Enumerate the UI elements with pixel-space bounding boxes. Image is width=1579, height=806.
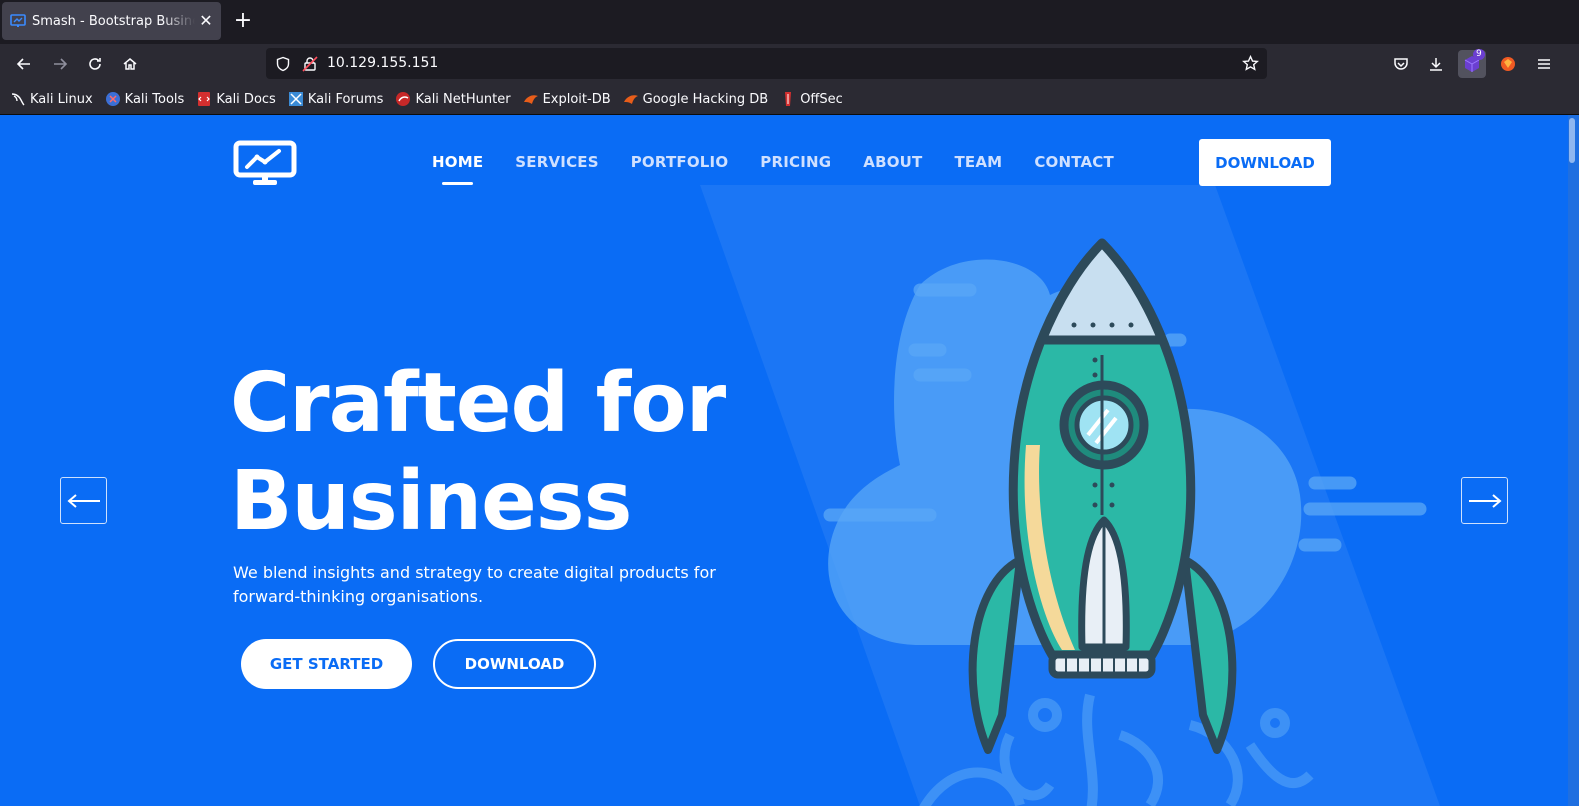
carousel-prev-button[interactable] bbox=[60, 477, 107, 524]
nav-about[interactable]: ABOUT bbox=[863, 153, 922, 171]
kali-forums-icon bbox=[288, 92, 303, 106]
hero-section: HOME SERVICES PORTFOLIO PRICING ABOUT TE… bbox=[0, 115, 1568, 806]
browser-tab[interactable]: Smash - Bootstrap Business ✕ bbox=[2, 2, 221, 40]
carousel-next-button[interactable] bbox=[1461, 477, 1508, 524]
arrow-left-icon bbox=[66, 493, 100, 508]
scrollbar-thumb[interactable] bbox=[1569, 118, 1575, 163]
navigation-toolbar: 10.129.155.151 9 bbox=[0, 44, 1579, 84]
pocket-button[interactable] bbox=[1387, 50, 1415, 78]
bookmark-kali-forums[interactable]: Kali Forums bbox=[288, 91, 384, 107]
pocket-icon bbox=[1394, 58, 1408, 70]
downloads-button[interactable] bbox=[1422, 50, 1450, 78]
nav-team[interactable]: TEAM bbox=[954, 153, 1002, 171]
url-text[interactable]: 10.129.155.151 bbox=[327, 55, 438, 71]
bookmark-label: Kali Forums bbox=[307, 91, 384, 107]
back-arrow-icon bbox=[16, 58, 30, 70]
hamburger-menu-icon bbox=[1538, 59, 1550, 69]
offsec-icon bbox=[785, 92, 792, 106]
kali-docs-icon bbox=[198, 92, 211, 106]
hero-title: Crafted for Business bbox=[230, 355, 790, 551]
bookmark-label: Kali NetHunter bbox=[415, 91, 511, 107]
kali-dragon-icon bbox=[11, 93, 25, 106]
bookmark-kali-tools[interactable]: Kali Tools bbox=[105, 91, 185, 107]
firefox-account-button[interactable] bbox=[1494, 50, 1522, 78]
home-button[interactable] bbox=[116, 50, 144, 78]
site-nav: HOME SERVICES PORTFOLIO PRICING ABOUT TE… bbox=[432, 153, 1114, 185]
close-tab-icon[interactable]: ✕ bbox=[199, 13, 213, 29]
extension-badge: 9 bbox=[1473, 49, 1485, 60]
bookmark-label: OffSec bbox=[800, 91, 843, 107]
nav-home[interactable]: HOME bbox=[432, 153, 483, 185]
download-icon bbox=[1430, 58, 1442, 71]
bookmark-label: Exploit-DB bbox=[542, 91, 611, 107]
fox-extension-icon bbox=[1501, 57, 1515, 71]
monitor-favicon-icon bbox=[10, 14, 26, 27]
tab-strip: Smash - Bootstrap Business ✕ + bbox=[0, 0, 1579, 44]
bookmark-kali-nethunter[interactable]: Kali NetHunter bbox=[395, 91, 511, 107]
forward-arrow-icon bbox=[54, 58, 68, 70]
bookmark-label: Kali Docs bbox=[216, 91, 276, 107]
home-icon bbox=[123, 58, 137, 70]
bookmark-exploit-db[interactable]: Exploit-DB bbox=[523, 91, 611, 107]
forward-button[interactable] bbox=[46, 50, 74, 78]
reload-icon bbox=[89, 58, 101, 70]
shield-icon[interactable] bbox=[275, 56, 291, 72]
bookmark-kali-docs[interactable]: Kali Docs bbox=[196, 91, 276, 107]
ghdb-icon bbox=[623, 95, 638, 104]
kali-tools-icon bbox=[105, 92, 120, 106]
hero-title-line2: Business bbox=[230, 454, 632, 549]
back-button[interactable] bbox=[10, 50, 38, 78]
hero-download-button[interactable]: DOWNLOAD bbox=[433, 639, 596, 689]
bookmark-label: Kali Tools bbox=[124, 91, 185, 107]
new-tab-button[interactable]: + bbox=[231, 10, 255, 34]
nav-contact[interactable]: CONTACT bbox=[1034, 153, 1114, 171]
nethunter-icon bbox=[396, 92, 411, 106]
hero-subtitle: We blend insights and strategy to create… bbox=[233, 563, 716, 606]
exploit-db-icon bbox=[523, 95, 538, 104]
reload-button[interactable] bbox=[81, 50, 109, 78]
page-scrollbar[interactable] bbox=[1568, 115, 1579, 806]
nav-portfolio[interactable]: PORTFOLIO bbox=[631, 153, 729, 171]
bookmark-label: Google Hacking DB bbox=[642, 91, 769, 107]
bookmark-kali-linux[interactable]: Kali Linux bbox=[10, 91, 93, 107]
app-menu-button[interactable] bbox=[1530, 50, 1558, 78]
arrow-right-icon bbox=[1468, 493, 1502, 508]
hero-title-line1: Crafted for bbox=[230, 356, 726, 451]
extension-button[interactable]: 9 bbox=[1458, 49, 1486, 78]
get-started-button[interactable]: GET STARTED bbox=[241, 639, 412, 689]
bookmark-google-hacking-db[interactable]: Google Hacking DB bbox=[623, 91, 769, 107]
monitor-chart-logo-icon[interactable] bbox=[233, 140, 297, 186]
nav-pricing[interactable]: PRICING bbox=[760, 153, 831, 171]
nav-services[interactable]: SERVICES bbox=[515, 153, 598, 171]
tab-title: Smash - Bootstrap Business bbox=[32, 13, 195, 29]
bookmark-label: Kali Linux bbox=[30, 91, 93, 107]
bookmark-offsec[interactable]: OffSec bbox=[780, 91, 843, 107]
bookmark-star-icon[interactable] bbox=[1242, 55, 1259, 72]
address-bar[interactable]: 10.129.155.151 bbox=[266, 48, 1267, 79]
bookmarks-toolbar: Kali Linux Kali Tools Kali Docs Kali For… bbox=[0, 84, 1579, 115]
insecure-lock-icon[interactable] bbox=[302, 56, 318, 72]
rocket-illustration bbox=[823, 238, 1427, 806]
header-download-button[interactable]: DOWNLOAD bbox=[1199, 139, 1331, 186]
